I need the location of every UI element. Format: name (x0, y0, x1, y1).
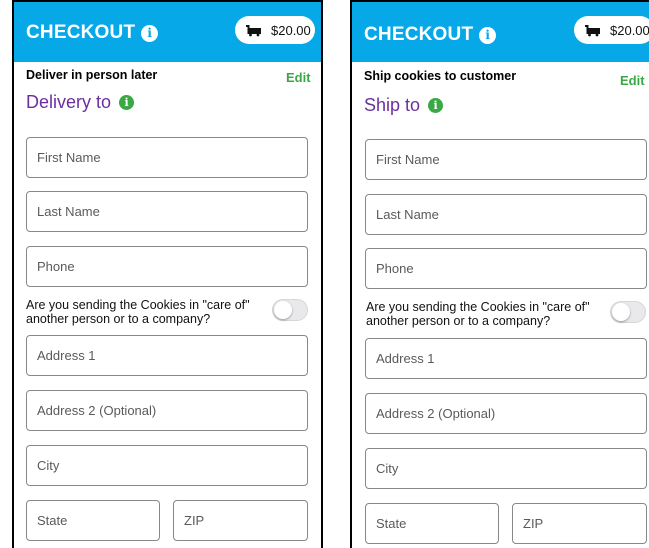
section-title-text: Delivery to (26, 92, 112, 112)
zip-field[interactable] (173, 500, 308, 541)
cart-icon (246, 25, 261, 37)
address1-input[interactable] (366, 339, 646, 378)
checkout-screen-delivery: CHECKOUT i $20.00 Deliver in person late… (12, 0, 323, 548)
last-name-input[interactable] (27, 192, 307, 231)
section-title: Delivery to i (26, 92, 135, 113)
info-icon[interactable]: i (119, 95, 135, 110)
checkout-screen-ship: CHECKOUT i $20.00 Ship cookies to custom… (350, 0, 649, 548)
info-icon[interactable]: i (141, 24, 159, 42)
section-title-text: Ship to (364, 95, 421, 115)
address1-input[interactable] (27, 336, 307, 375)
phone-field[interactable] (26, 246, 308, 287)
delivery-method-label: Ship cookies to customer (364, 69, 517, 83)
address2-input[interactable] (27, 391, 307, 430)
state-field[interactable] (26, 500, 160, 541)
toggle-knob (274, 301, 292, 319)
first-name-input[interactable] (27, 138, 307, 177)
first-name-input[interactable] (366, 140, 646, 179)
cart-button[interactable]: $20.00 (235, 16, 315, 44)
header-title-text: CHECKOUT (26, 22, 136, 43)
header-bar: CHECKOUT i $20.00 (14, 2, 321, 62)
phone-field[interactable] (365, 248, 647, 289)
zip-input[interactable] (513, 504, 646, 543)
cart-icon (585, 25, 600, 37)
last-name-field[interactable] (26, 191, 308, 232)
care-of-question: Are you sending the Cookies in "care of"… (26, 298, 250, 326)
cart-total: $20.00 (610, 22, 649, 38)
care-of-question: Are you sending the Cookies in "care of"… (366, 300, 590, 328)
first-name-field[interactable] (26, 137, 308, 178)
toggle-knob (612, 303, 630, 321)
address2-field[interactable] (26, 390, 308, 431)
cart-button[interactable]: $20.00 (574, 16, 649, 44)
city-input[interactable] (366, 449, 646, 488)
edit-button[interactable]: Edit (286, 70, 311, 85)
info-icon[interactable]: i (428, 98, 444, 113)
cart-total: $20.00 (271, 22, 311, 38)
last-name-input[interactable] (366, 195, 646, 234)
phone-input[interactable] (27, 247, 307, 286)
section-title: Ship to i (364, 95, 444, 116)
care-of-toggle[interactable] (272, 299, 308, 321)
info-icon[interactable]: i (479, 26, 497, 44)
address2-input[interactable] (366, 394, 646, 433)
city-input[interactable] (27, 446, 307, 485)
header-bar: CHECKOUT i $20.00 (352, 2, 649, 62)
state-input[interactable] (366, 504, 498, 543)
address1-field[interactable] (26, 335, 308, 376)
first-name-field[interactable] (365, 139, 647, 180)
edit-button[interactable]: Edit (620, 73, 645, 88)
address1-field[interactable] (365, 338, 647, 379)
state-input[interactable] (27, 501, 159, 540)
delivery-method-label: Deliver in person later (26, 68, 158, 82)
state-field[interactable] (365, 503, 499, 544)
header-title: CHECKOUT i (26, 22, 159, 44)
city-field[interactable] (26, 445, 308, 486)
zip-field[interactable] (512, 503, 647, 544)
last-name-field[interactable] (365, 194, 647, 235)
city-field[interactable] (365, 448, 647, 489)
phone-input[interactable] (366, 249, 646, 288)
zip-input[interactable] (174, 501, 307, 540)
header-title: CHECKOUT i (364, 24, 497, 46)
address2-field[interactable] (365, 393, 647, 434)
header-title-text: CHECKOUT (364, 24, 474, 45)
care-of-toggle[interactable] (610, 301, 646, 323)
